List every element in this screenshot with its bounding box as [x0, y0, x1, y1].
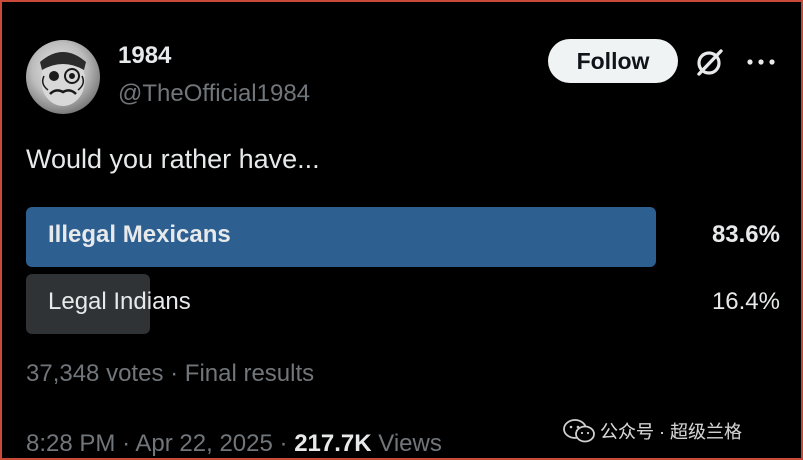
separator-dot: · [279, 430, 295, 457]
author-handle[interactable]: @TheOfficial1984 [118, 80, 310, 108]
post-timestamp[interactable]: 8:28 PM · Apr 22, 2025 · 217.7K Views [26, 430, 442, 458]
poll-summary: 37,348 votes · Final results [26, 360, 314, 388]
poll-option-percent: 16.4% [711, 288, 780, 315]
poll-option-legal-indians[interactable]: Legal Indians 16.4% [26, 274, 780, 334]
follow-button[interactable]: Follow [548, 39, 678, 83]
author-display-name[interactable]: 1984 [118, 42, 171, 70]
poll-option-illegal-mexicans[interactable]: Illegal Mexicans 83.6% [26, 207, 780, 267]
avatar-portrait-image [40, 52, 86, 106]
separator-dot: · [122, 430, 136, 457]
poll-option-percent: 83.6% [711, 221, 780, 248]
poll-status: Final results [184, 360, 315, 387]
more-icon[interactable] [744, 54, 778, 70]
post-time[interactable]: 8:28 PM [26, 430, 115, 457]
grok-icon[interactable] [692, 46, 726, 80]
views-count: 217.7K [294, 430, 372, 457]
post-text: Would you rather have... [26, 144, 320, 174]
post-date[interactable]: Apr 22, 2025 [135, 430, 272, 457]
poll-option-label: Legal Indians [48, 288, 191, 315]
separator-dot: · [170, 360, 185, 387]
wechat-icon [563, 419, 595, 443]
poll-votes: 37,348 votes [26, 360, 164, 387]
watermark: 公众号 · 超级兰格 [562, 416, 742, 446]
poll-option-label: Illegal Mexicans [48, 221, 231, 248]
avatar[interactable] [26, 40, 100, 114]
views-label: Views [378, 430, 442, 457]
watermark-text: 公众号 · 超级兰格 [600, 418, 742, 444]
tweet-card: 1984 @TheOfficial1984 Follow Would you r… [0, 0, 803, 460]
